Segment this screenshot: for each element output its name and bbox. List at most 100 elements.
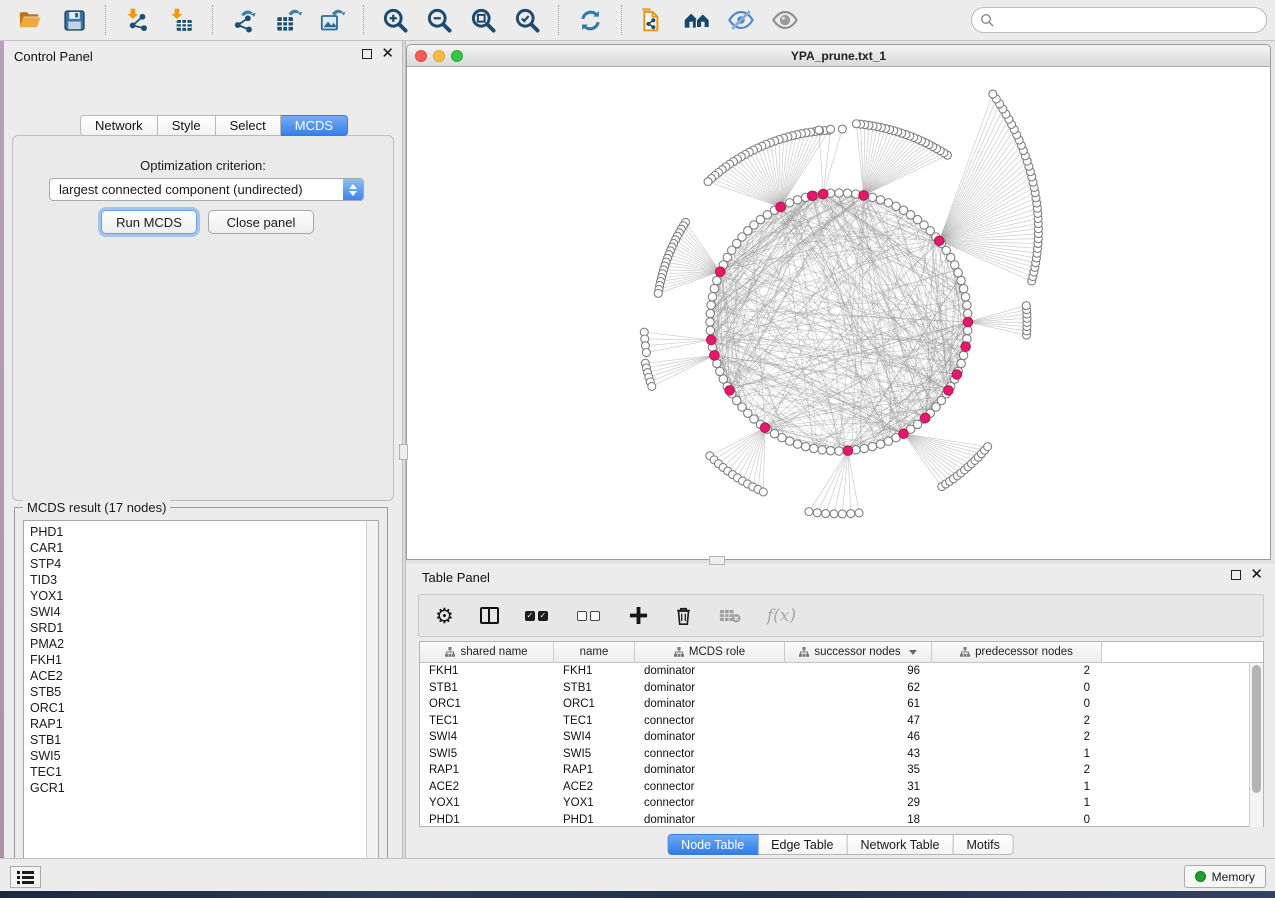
float-panel-icon[interactable] [1231, 570, 1241, 580]
mcds-result-item[interactable]: ORC1 [24, 700, 374, 716]
float-panel-icon[interactable] [362, 49, 372, 59]
task-history-button[interactable] [10, 866, 41, 888]
mcds-result-item[interactable]: FKH1 [24, 652, 374, 668]
tab-network[interactable]: Network [80, 115, 158, 136]
window-close-button[interactable] [415, 50, 427, 62]
table-cell: PHD1 [554, 814, 635, 826]
export-image-icon[interactable] [315, 4, 349, 36]
attribute-icon [674, 647, 684, 657]
deselect-all-icon[interactable] [577, 611, 603, 621]
mcds-result-item[interactable]: PMA2 [24, 636, 374, 652]
search-input[interactable] [971, 7, 1267, 33]
table-cell: 2 [932, 764, 1102, 776]
settings-icon[interactable]: ⚙ [435, 606, 454, 626]
column-header-MCDS-role[interactable]: MCDS role [635, 642, 785, 662]
table-row[interactable]: TEC1TEC1connector472 [420, 713, 1263, 730]
table-row[interactable]: YOX1YOX1connector291 [420, 795, 1263, 812]
mcds-result-item[interactable]: SWI4 [24, 604, 374, 620]
mcds-result-item[interactable]: SRD1 [24, 620, 374, 636]
desktop-wallpaper-strip [0, 891, 1275, 898]
table-row[interactable]: STB1STB1dominator620 [420, 680, 1263, 697]
table-scrollbar-thumb[interactable] [1252, 665, 1261, 793]
function-icon[interactable]: f(x) [767, 606, 796, 626]
select-all-icon[interactable]: ✓✓ [525, 611, 551, 621]
table-rows: FKH1FKH1dominator962STB1STB1dominator620… [420, 663, 1263, 828]
mcds-result-item[interactable]: GCR1 [24, 780, 374, 796]
table-cell: dominator [635, 814, 785, 826]
criterion-select[interactable]: largest connected component (undirected) [49, 178, 364, 201]
mcds-result-item[interactable]: PHD1 [24, 524, 374, 540]
table-row[interactable]: SWI4SWI4dominator462 [420, 729, 1263, 746]
control-panel: Control Panel ✕ NetworkStyleSelectMCDS O… [4, 41, 402, 858]
table-cell: 0 [932, 814, 1102, 826]
zoom-fit-icon[interactable] [466, 4, 500, 36]
memory-button[interactable]: Memory [1184, 865, 1266, 888]
mcds-result-item[interactable]: STP4 [24, 556, 374, 572]
tab-edge-table[interactable]: Edge Table [758, 834, 847, 855]
zoom-in-icon[interactable] [378, 4, 412, 36]
close-panel-icon[interactable]: ✕ [1250, 570, 1263, 580]
tab-node-table[interactable]: Node Table [667, 834, 758, 855]
tab-network-table[interactable]: Network Table [848, 834, 954, 855]
memory-status-icon [1195, 871, 1206, 882]
tab-style[interactable]: Style [158, 115, 216, 136]
table-cell: YOX1 [420, 797, 554, 809]
close-panel-button[interactable]: Close panel [208, 210, 314, 234]
table-row[interactable]: SWI5SWI5connector431 [420, 746, 1263, 763]
import-table-icon[interactable] [164, 4, 198, 36]
save-icon[interactable] [57, 4, 91, 36]
mcds-result-item[interactable]: ACE2 [24, 668, 374, 684]
network-canvas[interactable] [407, 67, 1270, 559]
delete-table-icon[interactable] [719, 608, 741, 624]
close-panel-icon[interactable]: ✕ [381, 49, 394, 59]
horizontal-splitter-handle[interactable] [709, 556, 725, 565]
table-scrollbar[interactable] [1249, 663, 1263, 827]
column-header-name[interactable]: name [554, 642, 635, 662]
table-row[interactable]: ACE2ACE2connector311 [420, 779, 1263, 796]
table-row[interactable]: FKH1FKH1dominator962 [420, 663, 1263, 680]
export-network-icon[interactable] [227, 4, 261, 36]
export-table-icon[interactable] [271, 4, 305, 36]
tab-motifs[interactable]: Motifs [953, 834, 1013, 855]
show-selected-icon[interactable] [768, 4, 802, 36]
new-network-icon[interactable] [636, 4, 670, 36]
mcds-result-item[interactable]: SWI5 [24, 748, 374, 764]
table-cell: 31 [785, 781, 932, 793]
mcds-result-item[interactable]: STB1 [24, 732, 374, 748]
mcds-result-scrollbar[interactable] [366, 520, 379, 870]
hide-selected-icon[interactable] [724, 4, 758, 36]
open-icon[interactable] [13, 4, 47, 36]
mcds-result-item[interactable]: YOX1 [24, 588, 374, 604]
run-mcds-button[interactable]: Run MCDS [101, 210, 197, 234]
mcds-result-item[interactable]: RAP1 [24, 716, 374, 732]
zoom-out-icon[interactable] [422, 4, 456, 36]
delete-icon[interactable] [674, 606, 693, 626]
zoom-selected-icon[interactable] [510, 4, 544, 36]
network-window-titlebar[interactable]: YPA_prune.txt_1 [407, 45, 1270, 67]
table-row[interactable]: RAP1RAP1dominator352 [420, 762, 1263, 779]
refresh-icon[interactable] [573, 4, 607, 36]
tab-select[interactable]: Select [216, 115, 281, 136]
column-header-predecessor-nodes[interactable]: predecessor nodes [932, 642, 1102, 662]
mcds-result-item[interactable]: STB5 [24, 684, 374, 700]
table-cell: dominator [635, 731, 785, 743]
window-minimize-button[interactable] [433, 50, 445, 62]
table-cell: 2 [932, 715, 1102, 727]
tab-mcds[interactable]: MCDS [281, 115, 348, 136]
import-network-icon[interactable] [120, 4, 154, 36]
vertical-splitter-handle[interactable] [399, 444, 408, 460]
optimization-criterion-label: Optimization criterion: [13, 158, 393, 173]
column-header-successor-nodes[interactable]: successor nodes [785, 642, 932, 662]
mcds-result-item[interactable]: CAR1 [24, 540, 374, 556]
mcds-result-item[interactable]: TID3 [24, 572, 374, 588]
show-all-icon[interactable] [680, 4, 714, 36]
columns-icon[interactable] [480, 607, 499, 624]
mcds-result-list[interactable]: PHD1CAR1STP4TID3YOX1SWI4SRD1PMA2FKH1ACE2… [23, 520, 375, 870]
table-row[interactable]: ORC1ORC1dominator610 [420, 696, 1263, 713]
table-row[interactable]: PHD1PHD1dominator180 [420, 812, 1263, 829]
add-icon[interactable] [629, 606, 648, 625]
window-zoom-button[interactable] [451, 50, 463, 62]
column-header-shared-name[interactable]: shared name [420, 642, 554, 662]
mcds-result-item[interactable]: TEC1 [24, 764, 374, 780]
memory-label: Memory [1212, 870, 1255, 884]
